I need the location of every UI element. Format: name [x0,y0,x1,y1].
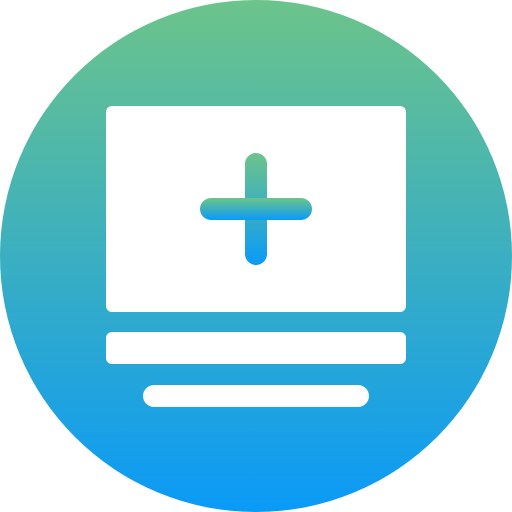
app-icon [0,0,512,512]
keyboard-bar [143,385,369,407]
medical-monitor-add-icon [0,0,512,512]
monitor-base [106,332,406,364]
plus-horizontal-stroke [200,198,312,220]
